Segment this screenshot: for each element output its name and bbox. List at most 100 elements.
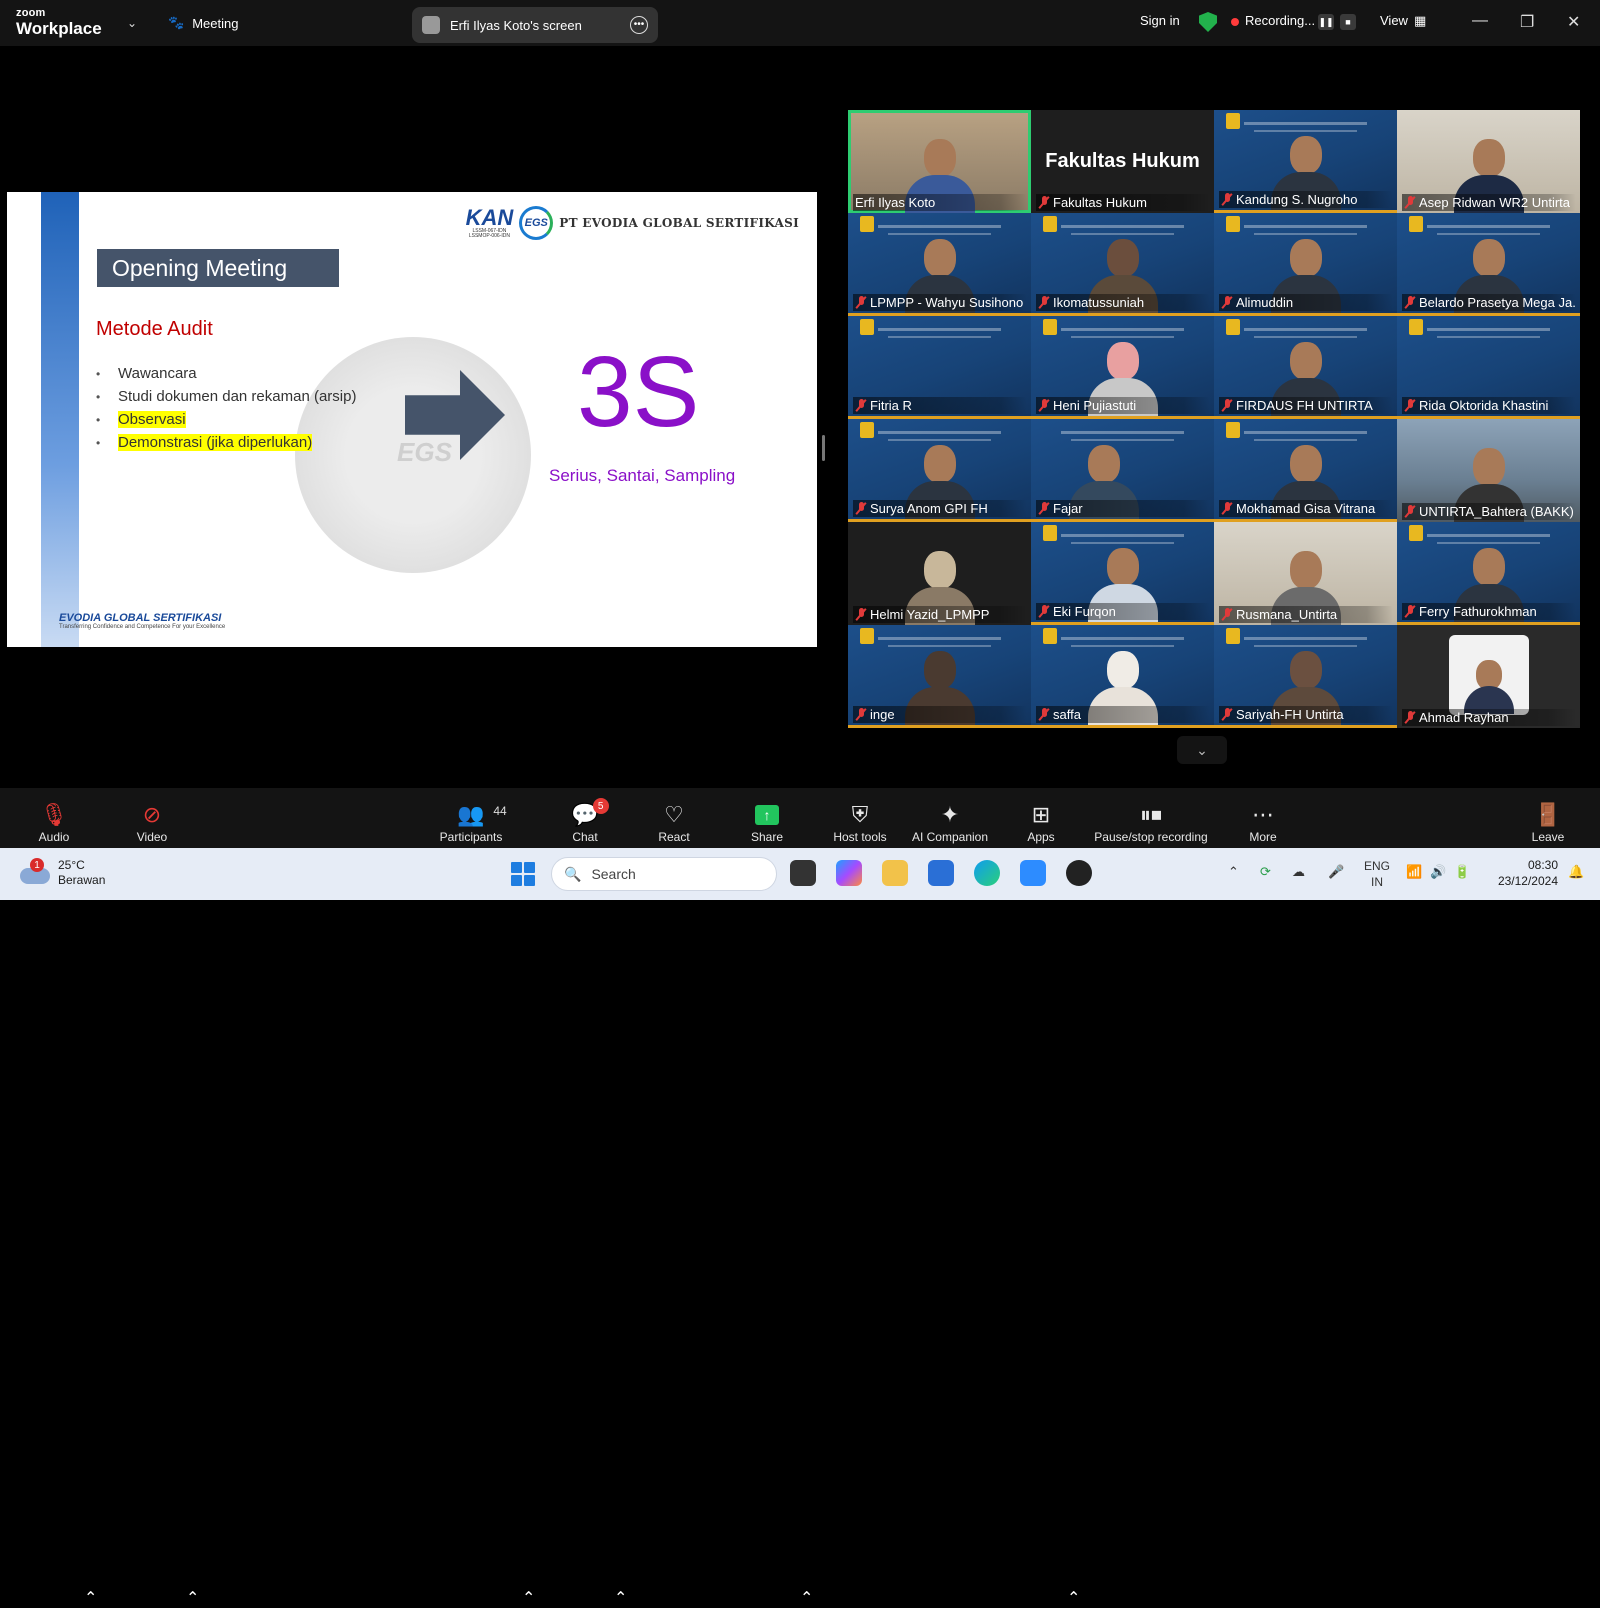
more-button[interactable]: ⋯ More <box>1246 788 1280 848</box>
temperature: 25°C <box>58 858 85 872</box>
share-caret-icon[interactable]: ⌃ <box>800 1588 813 1608</box>
media-player-icon[interactable] <box>1066 860 1092 886</box>
presenter-avatar <box>422 16 440 34</box>
video-tile[interactable]: Ahmad Rayhan <box>1397 625 1580 728</box>
video-tile[interactable]: Heni Pujiastuti <box>1031 316 1214 419</box>
heart-icon: ♡ <box>664 802 684 827</box>
video-tile[interactable]: Sariyah-FH Untirta <box>1214 625 1397 728</box>
edge-icon[interactable] <box>974 860 1000 886</box>
slide-brand: KAN LSSM-067-IDN LSSMOP-006-IDN EGS PT E… <box>466 206 799 240</box>
video-tile[interactable]: Kandung S. Nugroho <box>1214 110 1397 213</box>
weather-widget[interactable]: 1 25°C Berawan <box>20 858 105 888</box>
video-tile[interactable]: Surya Anom GPI FH <box>848 419 1031 522</box>
task-view-icon[interactable] <box>790 860 816 886</box>
participants-caret-icon[interactable]: ⌃ <box>522 1588 535 1608</box>
host-tools-button[interactable]: ⛨ Host tools <box>830 788 890 848</box>
restore-icon[interactable]: ❐ <box>1520 12 1534 32</box>
video-tile[interactable]: Mokhamad Gisa Vitrana <box>1214 419 1397 522</box>
battery-icon[interactable]: 🔋 <box>1454 864 1470 880</box>
video-tile[interactable]: Asep Ridwan WR2 Untirta <box>1397 110 1580 213</box>
zoom-app-icon[interactable] <box>1020 860 1046 886</box>
video-tile[interactable]: Ferry Fathurokhman <box>1397 522 1580 625</box>
notification-bell-icon[interactable]: 🔔 <box>1568 864 1584 880</box>
windows-start-icon[interactable] <box>511 862 535 886</box>
video-tile[interactable]: Belardo Prasetya Mega Ja... <box>1397 213 1580 316</box>
microphone-icon[interactable]: 🎤 <box>1328 864 1344 880</box>
react-button[interactable]: ♡ React <box>656 788 692 848</box>
participant-name: Erfi Ilyas Koto <box>853 194 1027 211</box>
video-tile[interactable]: inge <box>848 625 1031 728</box>
view-button[interactable]: View <box>1380 13 1408 28</box>
view-grid-icon[interactable]: ▦ <box>1414 13 1426 29</box>
share-button[interactable]: ↑ Share <box>748 788 786 848</box>
ai-companion-button[interactable]: ✦ AI Companion <box>908 788 992 848</box>
apps-caret-icon[interactable]: ⌃ <box>1067 1588 1080 1608</box>
video-tile[interactable]: UNTIRTA_Bahtera (BAKK) <box>1397 419 1580 522</box>
big-3s-text: 3S <box>577 336 700 448</box>
zoom-logo[interactable]: zoom Workplace <box>16 7 102 38</box>
minimize-icon[interactable]: — <box>1472 12 1488 30</box>
video-tile[interactable]: Fajar <box>1031 419 1214 522</box>
video-tile[interactable]: Helmi Yazid_LPMPP <box>848 522 1031 625</box>
video-caret-icon[interactable]: ⌃ <box>186 1588 199 1608</box>
shield-icon[interactable] <box>1199 12 1217 32</box>
video-tile[interactable]: Eki Furqon <box>1031 522 1214 625</box>
mic-muted-icon <box>1038 605 1050 618</box>
chat-caret-icon[interactable]: ⌃ <box>614 1588 627 1608</box>
video-tile[interactable]: Rida Oktorida Khastini <box>1397 316 1580 419</box>
logo-workplace: Workplace <box>16 19 102 38</box>
video-tile[interactable]: LPMPP - Wahyu Susihono <box>848 213 1031 316</box>
wifi-icon[interactable]: 📶 <box>1406 864 1422 880</box>
more-options-icon[interactable]: ••• <box>630 16 648 34</box>
mic-muted-icon <box>1404 505 1416 518</box>
video-button[interactable]: ⊘ Video <box>132 788 172 848</box>
volume-icon[interactable]: 🔊 <box>1430 864 1446 880</box>
search-placeholder: Search <box>591 866 636 882</box>
participant-name: Surya Anom GPI FH <box>853 500 1027 517</box>
cloud-icon: 1 <box>20 858 50 884</box>
sign-in-link[interactable]: Sign in <box>1140 13 1180 28</box>
tray-expand-icon[interactable]: ⌃ <box>1228 864 1239 880</box>
kan-text: KAN <box>465 205 514 230</box>
gallery-scroll-down-icon[interactable]: ⌄ <box>1177 736 1227 764</box>
chat-button[interactable]: 💬 5 Chat <box>570 788 609 848</box>
windows-taskbar: 1 25°C Berawan 🔍 Search ⌃ ⟳ ☁ 🎤 ENG IN 📶… <box>0 848 1600 900</box>
kan-sub2: LSSMOP-006-IDN <box>468 233 510 239</box>
chevron-down-icon[interactable]: ⌄ <box>127 16 137 30</box>
language-indicator[interactable]: ENG IN <box>1364 858 1390 890</box>
store-icon[interactable] <box>928 860 954 886</box>
taskbar-search-input[interactable]: 🔍 Search <box>551 857 777 891</box>
video-off-icon: ⊘ <box>142 802 162 827</box>
participants-button[interactable]: 👥 44 Participants <box>436 788 507 848</box>
logo-zoom: zoom <box>16 7 46 19</box>
onedrive-icon[interactable]: ☁ <box>1292 864 1305 880</box>
close-icon[interactable]: ✕ <box>1567 12 1580 32</box>
taskbar-clock[interactable]: 08:30 23/12/2024 <box>1490 857 1558 889</box>
apps-button[interactable]: ⊞ Apps <box>1024 788 1058 848</box>
sync-icon[interactable]: ⟳ <box>1260 864 1271 880</box>
copilot-icon[interactable] <box>836 860 862 886</box>
leave-button[interactable]: 🚪 Leave <box>1530 788 1566 848</box>
video-tile[interactable]: Ikomatussuniah <box>1031 213 1214 316</box>
kan-logo: KAN LSSM-067-IDN LSSMOP-006-IDN <box>466 207 514 239</box>
shared-screen[interactable]: KAN LSSM-067-IDN LSSMOP-006-IDN EGS PT E… <box>7 192 817 647</box>
method-list: Wawancara Studi dokumen dan rekaman (ars… <box>96 362 356 454</box>
footer-brand-name: EVODIA GLOBAL SERTIFIKASI <box>59 612 222 624</box>
screen-share-pill[interactable]: Erfi Ilyas Koto's screen ••• <box>412 7 658 43</box>
file-explorer-icon[interactable] <box>882 860 908 886</box>
video-tile[interactable]: Fakultas Hukum Fakultas Hukum <box>1031 110 1214 213</box>
split-resize-handle[interactable] <box>822 435 825 461</box>
video-tile[interactable]: Rusmana_Untirta <box>1214 522 1397 625</box>
video-tile[interactable]: Alimuddin <box>1214 213 1397 316</box>
stop-icon[interactable]: ■ <box>1340 14 1356 30</box>
video-tile[interactable]: Erfi Ilyas Koto <box>848 110 1031 213</box>
audio-caret-icon[interactable]: ⌃ <box>84 1588 97 1608</box>
video-tile[interactable]: saffa <box>1031 625 1214 728</box>
video-tile[interactable]: Fitria R <box>848 316 1031 419</box>
weather-condition: Berawan <box>58 873 106 887</box>
video-tile[interactable]: FIRDAUS FH UNTIRTA <box>1214 316 1397 419</box>
audio-button[interactable]: 🎙 Audio <box>36 788 72 848</box>
pause-icon[interactable]: ❚❚ <box>1318 14 1334 30</box>
pause-recording-button[interactable]: ⏸⏹ Pause/stop recording <box>1090 788 1212 848</box>
meeting-menu[interactable]: 🐾 Meeting <box>168 15 238 31</box>
